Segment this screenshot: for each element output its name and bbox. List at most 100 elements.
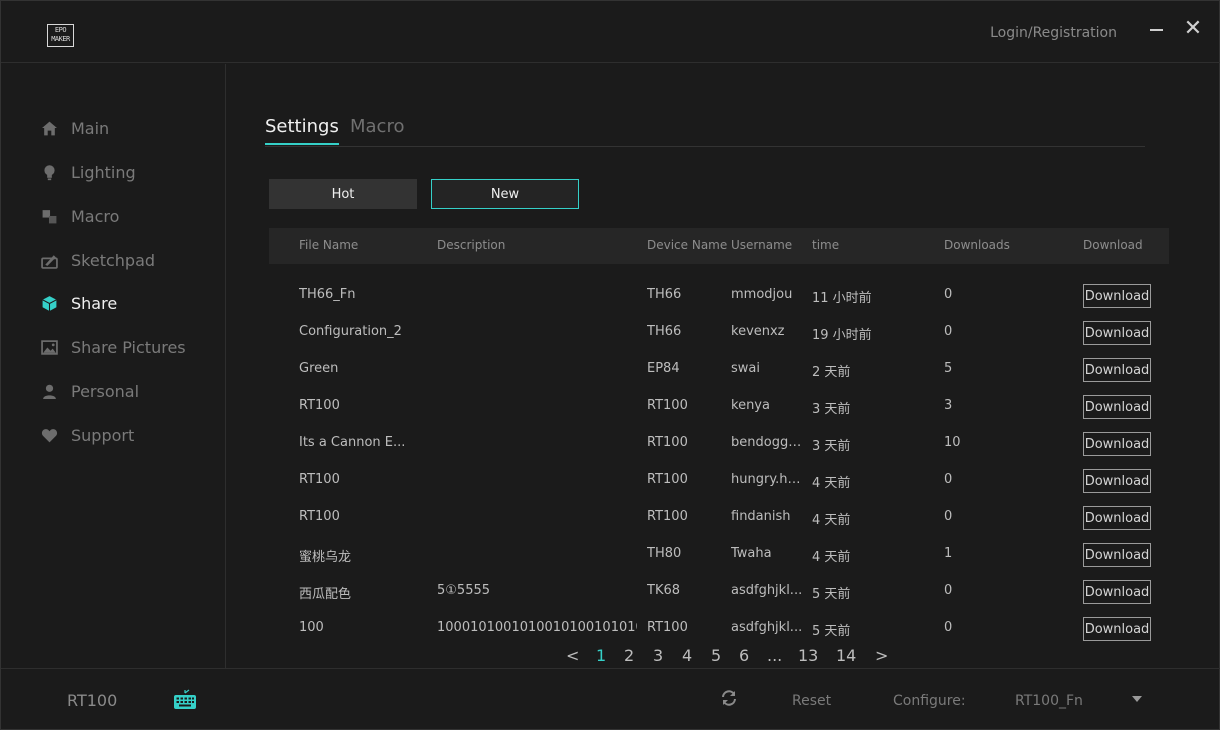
pagination-page-6[interactable]: 6	[739, 646, 749, 665]
tab-settings[interactable]: Settings	[265, 116, 339, 145]
cell-downloads: 5	[944, 361, 953, 376]
cell-username: findanish	[731, 509, 791, 524]
cell-time: 11 小时前	[812, 291, 872, 306]
sidebar-item-label: Lighting	[71, 162, 136, 182]
cell-device-name: TH66	[647, 287, 682, 302]
pagination-prev-button[interactable]: <	[566, 646, 579, 665]
pagination-page-5[interactable]: 5	[711, 646, 721, 665]
hot-button[interactable]: Hot	[269, 179, 417, 209]
cell-device-name: RT100	[647, 435, 688, 450]
column-header-device-name: Device Name	[647, 238, 728, 252]
macro-icon	[41, 208, 58, 225]
cell-downloads: 0	[944, 324, 953, 339]
refresh-icon[interactable]	[720, 689, 738, 707]
download-button[interactable]: Download	[1083, 580, 1151, 604]
table-row: Its a Cannon E... RT100 bendogg18 3 天前 1…	[269, 430, 1169, 467]
cell-downloads: 1	[944, 546, 953, 561]
cell-file-name: RT100	[299, 509, 340, 524]
sidebar-item-main[interactable]: Main	[41, 116, 109, 140]
table-row: RT100 RT100 findanish 4 天前 0 Download	[269, 504, 1169, 541]
pagination-page-4[interactable]: 4	[682, 646, 692, 665]
reset-button[interactable]: Reset	[792, 693, 831, 709]
cell-downloads: 3	[944, 398, 953, 413]
cell-time: 19 小时前	[812, 328, 872, 343]
pagination-page-1[interactable]: 1	[596, 646, 606, 665]
epomaker-logo: EPO MAKER	[47, 24, 74, 47]
table-row: TH66_Fn TH66 mmodjou 11 小时前 0 Download	[269, 282, 1169, 319]
sidebar-item-sketchpad[interactable]: Sketchpad	[41, 248, 155, 272]
chevron-down-icon[interactable]	[1132, 696, 1142, 702]
app-window: EPO MAKER Login/Registration ✕ Main Light…	[0, 0, 1220, 730]
cell-description: 1000101001010010100101010	[437, 620, 637, 635]
heart-icon	[41, 427, 58, 444]
close-button[interactable]: ✕	[1183, 18, 1203, 40]
sidebar: Main Lighting Macro Sketchpad Share Shar…	[1, 64, 226, 668]
download-button[interactable]: Download	[1083, 358, 1151, 382]
pagination-ellipsis: ...	[767, 646, 783, 665]
pagination-page-3[interactable]: 3	[653, 646, 663, 665]
cell-username: swai	[731, 361, 760, 376]
download-button[interactable]: Download	[1083, 617, 1151, 641]
cell-time: 4 天前	[812, 550, 851, 565]
cell-username: mmodjou	[731, 287, 793, 302]
cell-file-name: RT100	[299, 472, 340, 487]
download-button[interactable]: Download	[1083, 432, 1151, 456]
cell-downloads: 0	[944, 287, 953, 302]
sidebar-item-share-pictures[interactable]: Share Pictures	[41, 335, 186, 359]
sidebar-item-share[interactable]: Share	[41, 291, 117, 315]
cell-downloads: 10	[944, 435, 961, 450]
tab-macro[interactable]: Macro	[350, 116, 404, 143]
pagination-page-14[interactable]: 14	[836, 646, 856, 665]
column-header-file-name: File Name	[299, 238, 359, 252]
download-button[interactable]: Download	[1083, 543, 1151, 567]
sketchpad-icon	[41, 252, 58, 269]
cell-device-name: RT100	[647, 472, 688, 487]
cell-time: 5 天前	[812, 587, 851, 602]
sidebar-item-macro[interactable]: Macro	[41, 204, 119, 228]
pagination-page-2[interactable]: 2	[624, 646, 634, 665]
cell-device-name: EP84	[647, 361, 680, 376]
cell-time: 4 天前	[812, 476, 851, 491]
cell-file-name: TH66_Fn	[299, 287, 356, 302]
download-button[interactable]: Download	[1083, 469, 1151, 493]
cell-device-name: RT100	[647, 509, 688, 524]
cell-downloads: 0	[944, 620, 953, 635]
sidebar-item-label: Share Pictures	[71, 337, 186, 357]
sidebar-item-label: Sketchpad	[71, 250, 156, 270]
cell-device-name: TH66	[647, 324, 682, 339]
column-header-description: Description	[437, 238, 506, 252]
cell-username: hungry.ha...	[731, 472, 803, 487]
table-row: Configuration_2 TH66 kevenxz 19 小时前 0 Do…	[269, 319, 1169, 356]
bulb-icon	[41, 164, 58, 181]
login-registration-link[interactable]: Login/Registration	[990, 25, 1117, 41]
column-header-time: time	[812, 238, 840, 252]
cell-file-name: 西瓜配色	[299, 587, 352, 602]
sidebar-item-label: Main	[71, 118, 110, 138]
cell-file-name: Green	[299, 361, 339, 376]
new-button[interactable]: New	[431, 179, 579, 209]
download-button[interactable]: Download	[1083, 321, 1151, 345]
cell-username: kevenxz	[731, 324, 785, 339]
configure-select[interactable]: RT100_Fn	[1015, 693, 1083, 709]
cell-device-name: TK68	[647, 583, 681, 598]
sidebar-item-lighting[interactable]: Lighting	[41, 160, 136, 184]
column-header-download: Download	[1083, 238, 1143, 252]
sidebar-item-support[interactable]: Support	[41, 423, 134, 447]
download-button[interactable]: Download	[1083, 284, 1151, 308]
sidebar-item-personal[interactable]: Personal	[41, 379, 139, 403]
cell-username: kenya	[731, 398, 770, 413]
download-button[interactable]: Download	[1083, 395, 1151, 419]
minimize-button[interactable]	[1146, 19, 1166, 39]
pagination-page-13[interactable]: 13	[798, 646, 818, 665]
cell-time: 2 天前	[812, 365, 851, 380]
configure-label: Configure:	[893, 693, 966, 709]
table-row: RT100 RT100 hungry.ha... 4 天前 0 Download	[269, 467, 1169, 504]
picture-icon	[41, 339, 58, 356]
table-row: RT100 RT100 kenya 3 天前 3 Download	[269, 393, 1169, 430]
cell-file-name: 100	[299, 620, 324, 635]
cell-description: 5①5555	[437, 583, 491, 598]
keyboard-icon[interactable]	[173, 689, 197, 711]
table-header: File Name Description Device Name Userna…	[269, 228, 1169, 264]
pagination-next-button[interactable]: >	[875, 646, 888, 665]
download-button[interactable]: Download	[1083, 506, 1151, 530]
